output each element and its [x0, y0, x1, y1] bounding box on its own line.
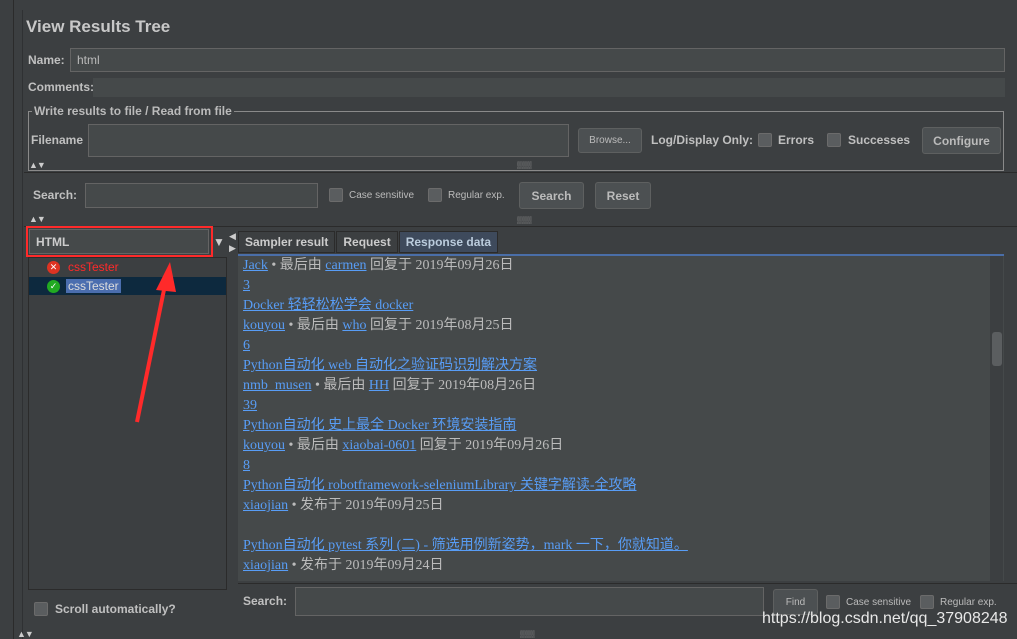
red-arrow-annotation [135, 262, 176, 423]
arrow-head-icon [156, 262, 176, 292]
arrow-shaft [135, 279, 168, 423]
